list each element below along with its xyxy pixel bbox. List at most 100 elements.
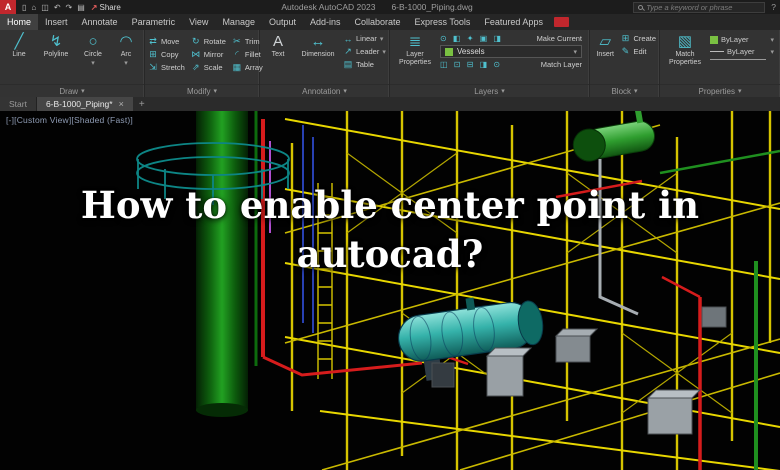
scale-tool[interactable]: ⇗ Scale <box>191 61 226 74</box>
ribbon-badge-icon[interactable] <box>553 17 569 27</box>
tab-manage[interactable]: Manage <box>215 14 262 30</box>
panel-annotation: A Text ↔ Dimension ↔ Linear ▾ ↗ Leader ▾ ▤ Ta… <box>260 30 390 97</box>
circle-tool[interactable]: ○ Circle ▾ <box>77 32 109 67</box>
scale-icon: ⇗ <box>191 62 200 72</box>
close-icon[interactable]: × <box>119 99 124 109</box>
chevron-down-icon: ▾ <box>770 36 774 44</box>
stretch-icon: ⇲ <box>149 62 157 72</box>
infocenter-search[interactable] <box>633 1 766 13</box>
arc-label: Arc <box>120 51 132 58</box>
move-icon: ⇄ <box>149 36 157 46</box>
rotate-tool[interactable]: ↻ Rotate <box>191 35 226 48</box>
layer-state-icons[interactable]: ⊙ ◧ ✦ ▣ ◨ <box>440 34 503 43</box>
linear-tool[interactable]: ↔ Linear ▾ <box>343 32 386 45</box>
lineweight-dropdown[interactable] <box>710 59 774 60</box>
linear-icon: ↔ <box>343 33 353 44</box>
new-file-icon[interactable]: ▯ <box>22 3 26 12</box>
layer-properties-tool[interactable]: ≣ Layer Properties <box>393 32 437 66</box>
panel-label-modify[interactable]: Modify ▾ <box>145 84 259 97</box>
plot-icon[interactable]: ▤ <box>77 3 85 12</box>
text-label: Text <box>271 51 285 58</box>
mirror-tool[interactable]: ⋈ Mirror <box>191 48 226 61</box>
tab-featured-apps[interactable]: Featured Apps <box>477 14 550 30</box>
match-layer-button[interactable]: Match Layer <box>541 60 582 69</box>
tab-add-ins[interactable]: Add-ins <box>303 14 348 30</box>
overlay-question-title: How to enable center point in autocad? <box>0 181 780 279</box>
overlay-title-line1: How to enable center point in <box>80 183 700 227</box>
linetype-dropdown[interactable]: ByLayer ▾ <box>710 47 774 56</box>
match-properties-tool[interactable]: ▧ Match Properties <box>663 32 707 66</box>
block-label: Block <box>611 86 632 96</box>
polyline-tool[interactable]: ↯ Polyline <box>38 32 74 59</box>
share-button[interactable]: ↗ Share <box>91 3 121 12</box>
viewport-controls[interactable]: [-][Custom View][Shaded (Fast)] <box>6 115 133 125</box>
redo-icon[interactable]: ↷ <box>66 3 73 12</box>
bylayer-linetype: ByLayer <box>727 47 755 56</box>
panel-modify: ⇄ Move ↻ Rotate ✂ Trim ⊞ Copy ⋈ Mirror ◜ Fille… <box>145 30 263 97</box>
layer-properties-icon: ≣ <box>408 33 422 50</box>
autocad-logo[interactable]: A <box>0 0 16 14</box>
help-icon[interactable]: ? <box>771 2 776 12</box>
panel-block: ▱ Insert ⊞ Create ✎ Edit Block ▾ <box>590 30 660 97</box>
tab-express-tools[interactable]: Express Tools <box>408 14 478 30</box>
line-tool[interactable]: ╱ Line <box>3 32 35 59</box>
new-tab-button[interactable]: + <box>133 97 151 111</box>
text-tool[interactable]: A Text <box>263 32 293 59</box>
layer-state-icons[interactable]: ◫ ⊡ ⊟ ◨ ⊙ <box>440 60 502 69</box>
insert-tool[interactable]: ▱ Insert <box>593 32 617 59</box>
trim-icon: ✂ <box>233 36 241 46</box>
share-label: Share <box>99 2 121 12</box>
tab-home[interactable]: Home <box>0 14 39 30</box>
tab-annotate[interactable]: Annotate <box>75 14 125 30</box>
window-title: Autodesk AutoCAD 2023 6-B-1000_Piping.dw… <box>127 2 627 12</box>
panel-draw: ╱ Line ↯ Polyline ○ Circle ▾ ◠ Arc ▾ Dra… <box>0 30 145 97</box>
table-tool[interactable]: ▤ Table <box>343 58 386 71</box>
search-input[interactable] <box>646 2 761 12</box>
edit-block-tool[interactable]: ✎ Edit <box>620 45 656 58</box>
line-label: Line <box>12 51 26 58</box>
tab-insert[interactable]: Insert <box>38 14 75 30</box>
open-file-icon[interactable]: ⌂ <box>31 3 36 12</box>
quick-access-toolbar: ▯ ⌂ ◫ ↶ ↷ ▤ <box>22 3 85 12</box>
panel-label-block[interactable]: Block ▾ <box>590 84 659 97</box>
chevron-down-icon: ▾ <box>770 48 774 56</box>
panel-label-layers[interactable]: Layers ▾ <box>390 84 589 97</box>
move-tool[interactable]: ⇄ Move <box>148 35 185 48</box>
chevron-down-icon: ▾ <box>737 88 742 95</box>
tab-view[interactable]: View <box>182 14 215 30</box>
panel-label-properties[interactable]: Properties ▾ <box>660 84 780 97</box>
tab-collaborate[interactable]: Collaborate <box>348 14 408 30</box>
leader-tool[interactable]: ↗ Leader ▾ <box>343 45 386 58</box>
undo-icon[interactable]: ↶ <box>54 3 61 12</box>
copy-tool[interactable]: ⊞ Copy <box>148 48 185 61</box>
create-block-tool[interactable]: ⊞ Create <box>620 32 656 45</box>
app-title: Autodesk AutoCAD 2023 <box>281 2 376 12</box>
make-current-button[interactable]: Make Current <box>537 34 582 43</box>
copy-icon: ⊞ <box>149 49 157 59</box>
start-tab-label: Start <box>9 99 27 109</box>
arc-tool[interactable]: ◠ Arc ▾ <box>112 32 140 67</box>
layer-dropdown[interactable]: Vessels ▾ <box>440 45 582 58</box>
arc-icon: ◠ <box>119 33 133 50</box>
panel-label-annotation[interactable]: Annotation ▾ <box>260 84 389 97</box>
save-icon[interactable]: ◫ <box>41 3 49 12</box>
tab-drawing[interactable]: 6-B-1000_Piping* × <box>36 97 133 111</box>
tab-output[interactable]: Output <box>262 14 303 30</box>
trim-tool[interactable]: ✂ Trim <box>232 35 263 48</box>
fillet-tool[interactable]: ◜ Fillet <box>232 48 263 61</box>
match-properties-label: Match Properties <box>669 51 701 66</box>
dimension-tool[interactable]: ↔ Dimension <box>296 32 340 59</box>
line-icon: ╱ <box>14 33 24 50</box>
file-tab-bar: Start 6-B-1000_Piping* × + <box>0 97 780 111</box>
linear-label: Linear <box>356 34 377 43</box>
array-tool[interactable]: ▦ Array <box>232 61 263 74</box>
tab-start[interactable]: Start <box>0 97 37 111</box>
tab-parametric[interactable]: Parametric <box>125 14 183 30</box>
lineweight-sample <box>710 59 766 60</box>
drawing-viewport[interactable]: [-][Custom View][Shaded (Fast)] How to e… <box>0 111 780 470</box>
panel-label-draw[interactable]: Draw ▾ <box>0 84 144 97</box>
layer-properties-label: Layer Properties <box>399 51 431 66</box>
color-dropdown[interactable]: ByLayer ▾ <box>710 35 774 44</box>
mirror-icon: ⋈ <box>191 49 201 59</box>
stretch-tool[interactable]: ⇲ Stretch <box>148 61 185 74</box>
